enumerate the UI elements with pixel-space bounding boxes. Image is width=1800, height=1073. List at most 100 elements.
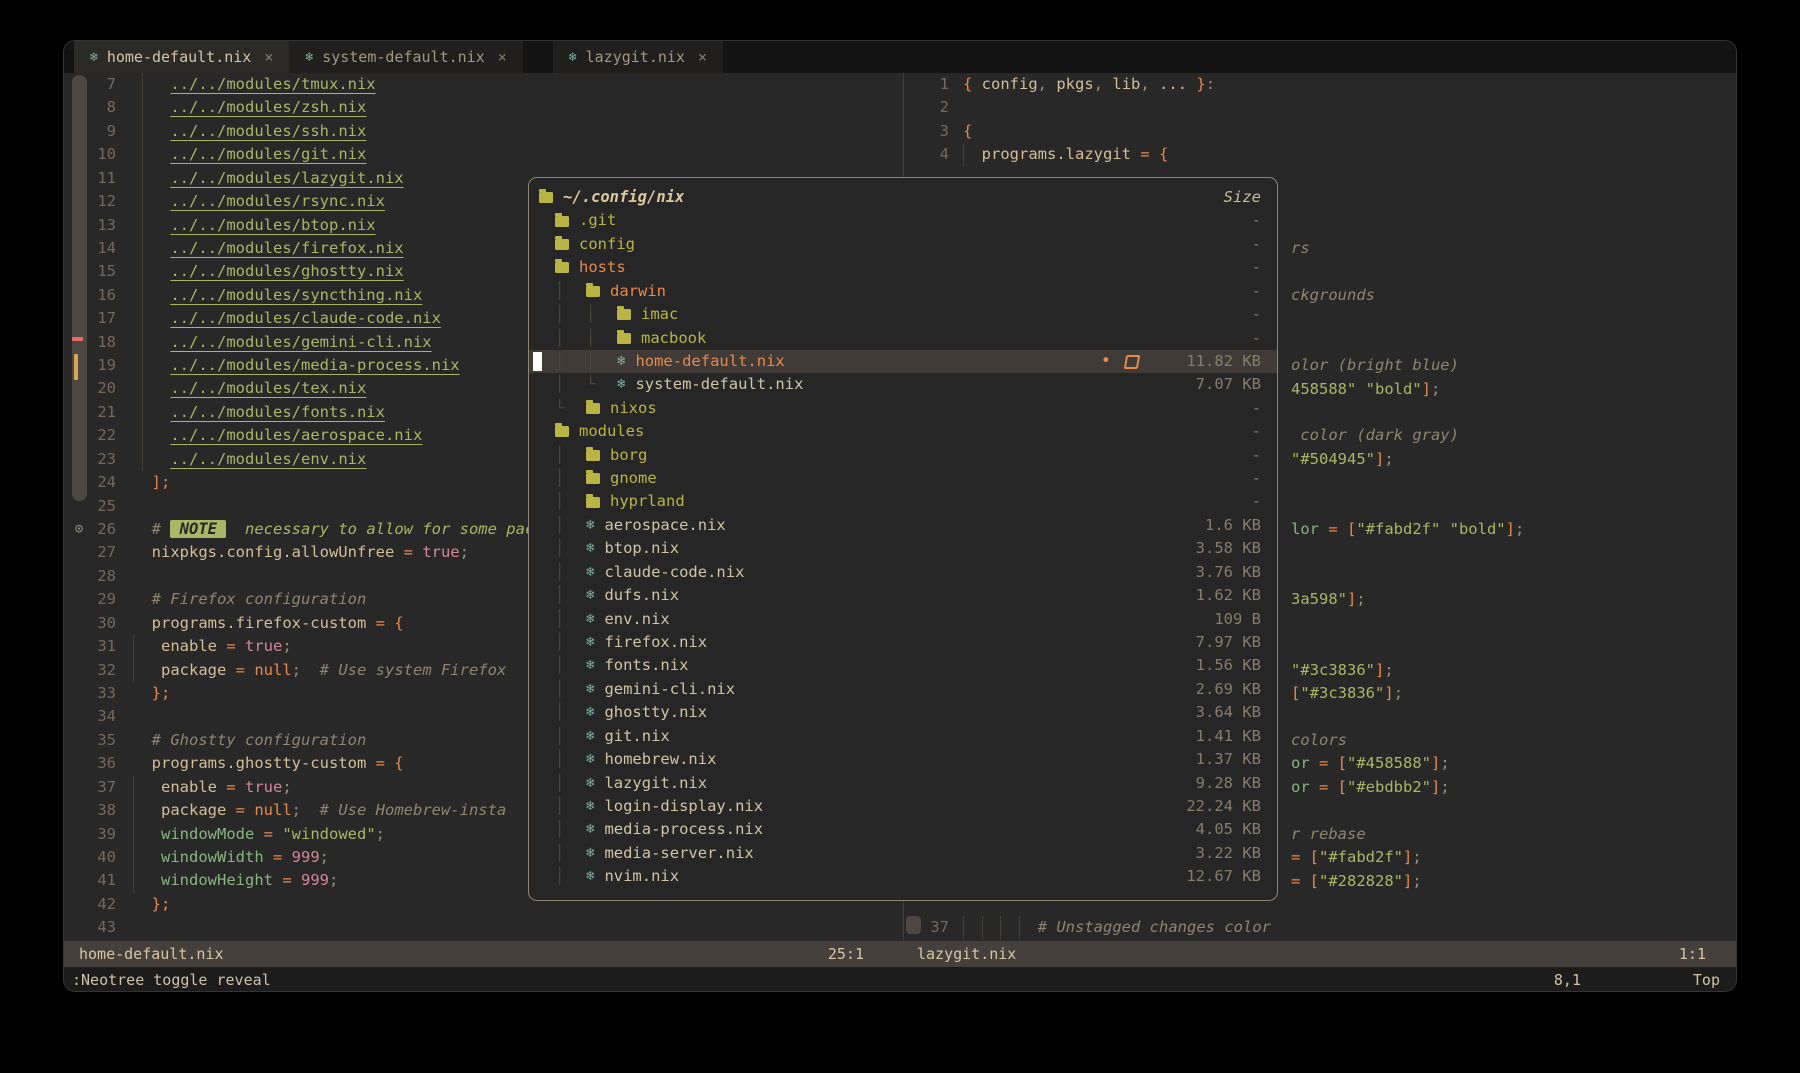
code-line[interactable]: 43 [64, 916, 903, 939]
code-text: programs.firefox-custom = { [116, 612, 404, 635]
file-size: 22.24 KB [1165, 795, 1261, 818]
tree-item-home-default.nix[interactable]: ││❄home-default.nix•11.82 KB [529, 350, 1277, 373]
file-size: - [1165, 280, 1261, 303]
tab-home-default.nix[interactable]: ❄home-default.nix× [74, 41, 289, 73]
statusline-right: lazygit.nix 1:1 [904, 941, 1736, 967]
code-line[interactable]: 10 ../../modules/git.nix [64, 143, 903, 166]
tree-item-btop.nix[interactable]: │❄btop.nix3.58 KB [529, 537, 1277, 560]
indent-guide [142, 307, 151, 330]
tree-item-name: firefox.nix [604, 631, 707, 654]
tab-system-default.nix[interactable]: ❄system-default.nix× [289, 41, 522, 73]
indent-guide [142, 354, 151, 377]
tab-label: system-default.nix [322, 48, 485, 66]
tree-item-borg[interactable]: │borg- [529, 444, 1277, 467]
tree-item-env.nix[interactable]: │❄env.nix109 B [529, 608, 1277, 631]
tree-item-fonts.nix[interactable]: │❄fonts.nix1.56 KB [529, 654, 1277, 677]
tree-item-imac[interactable]: ││imac- [529, 303, 1277, 326]
file-size: - [1165, 467, 1261, 490]
indent-guide [133, 776, 142, 799]
nix-file-icon: ❄ [586, 795, 594, 818]
tree-item-name: dufs.nix [604, 584, 679, 607]
code-text: ../../modules/ssh.nix [116, 120, 366, 143]
code-line[interactable]: 9 ../../modules/ssh.nix [64, 120, 903, 143]
file-size: - [1165, 327, 1261, 350]
nix-file-icon: ❄ [586, 561, 594, 584]
tree-item-lazygit.nix[interactable]: │❄lazygit.nix9.28 KB [529, 772, 1277, 795]
code-line[interactable]: 8 ../../modules/zsh.nix [64, 96, 903, 119]
cursor-block [533, 352, 542, 371]
code-text: ../../modules/firefox.nix [116, 237, 404, 260]
code-text: ../../modules/ghostty.nix [116, 260, 404, 283]
close-icon[interactable]: × [264, 48, 273, 66]
file-size: 7.07 KB [1165, 373, 1261, 396]
tree-indent-guide: │ [555, 490, 586, 513]
tree-item-hosts[interactable]: hosts- [529, 256, 1277, 279]
tree-item-login-display.nix[interactable]: │❄login-display.nix22.24 KB [529, 795, 1277, 818]
tree-item-media-process.nix[interactable]: │❄media-process.nix4.05 KB [529, 818, 1277, 841]
command-line[interactable]: :Neotree toggle reveal 8,1 Top [64, 967, 1736, 992]
tree-item-homebrew.nix[interactable]: │❄homebrew.nix1.37 KB [529, 748, 1277, 771]
file-size: - [1165, 397, 1261, 420]
indent-guide [142, 143, 151, 166]
left-scrollbar[interactable]: ⊙ [72, 73, 87, 941]
code-text [116, 916, 133, 939]
tree-item-.git[interactable]: .git- [529, 209, 1277, 232]
scrollbar-thumb[interactable] [72, 75, 87, 501]
file-size: 7.97 KB [1165, 631, 1261, 654]
tab-lazygit.nix[interactable]: ❄lazygit.nix× [553, 41, 723, 73]
indent-guide [142, 424, 151, 447]
code-line[interactable]: 37 # Unstagged changes color [904, 916, 1736, 939]
tree-item-name: aerospace.nix [604, 514, 725, 537]
tab-label: lazygit.nix [586, 48, 685, 66]
tree-item-nixos[interactable]: └nixos- [529, 397, 1277, 420]
tree-item-gnome[interactable]: │gnome- [529, 467, 1277, 490]
nix-file-icon: ❄ [586, 584, 594, 607]
indent-guide [142, 401, 151, 424]
tree-item-nvim.nix[interactable]: │❄nvim.nix12.67 KB [529, 865, 1277, 888]
tree-item-aerospace.nix[interactable]: │❄aerospace.nix1.6 KB [529, 514, 1277, 537]
code-line[interactable]: 1{ config, pkgs, lib, ... }: [904, 73, 1736, 96]
tree-indent-guide: │ [555, 561, 586, 584]
tree-item-ghostty.nix[interactable]: │❄ghostty.nix3.64 KB [529, 701, 1277, 724]
tree-item-config[interactable]: config- [529, 233, 1277, 256]
right-scrollbar-thumb[interactable] [906, 916, 921, 934]
neotree-root[interactable]: ~/.config/nixSize [529, 186, 1277, 209]
tree-indent-guide: │ [555, 303, 586, 326]
line-number: 2 [904, 96, 949, 119]
file-size: 3.22 KB [1165, 842, 1261, 865]
tree-item-macbook[interactable]: ││macbook- [529, 327, 1277, 350]
tree-item-hyprland[interactable]: │hyprland- [529, 490, 1277, 513]
code-fragment: "#504945"]; [1291, 448, 1394, 471]
code-line[interactable]: 3{ [904, 120, 1736, 143]
code-text: enable = true; [116, 776, 292, 799]
code-text: ../../modules/gemini-cli.nix [116, 331, 432, 354]
tree-item-git.nix[interactable]: │❄git.nix1.41 KB [529, 725, 1277, 748]
tree-item-firefox.nix[interactable]: │❄firefox.nix7.97 KB [529, 631, 1277, 654]
statusline-left: home-default.nix 25:1 [64, 941, 904, 967]
ruler-position: 8,1 [1554, 967, 1581, 992]
tree-item-system-default.nix[interactable]: │└❄system-default.nix7.07 KB [529, 373, 1277, 396]
code-text: # Firefox configuration [116, 588, 366, 611]
tree-item-dufs.nix[interactable]: │❄dufs.nix1.62 KB [529, 584, 1277, 607]
tree-item-darwin[interactable]: │darwin- [529, 280, 1277, 303]
tree-item-claude-code.nix[interactable]: │❄claude-code.nix3.76 KB [529, 561, 1277, 584]
tree-item-name: macbook [641, 327, 706, 350]
neotree-popup[interactable]: ~/.config/nixSize.git-config-hosts-│darw… [528, 177, 1278, 901]
code-line[interactable]: 2 [904, 96, 1736, 119]
code-line[interactable]: 7 ../../modules/tmux.nix [64, 73, 903, 96]
tree-item-name: hosts [579, 256, 626, 279]
tree-indent-guide: │ [555, 795, 586, 818]
tree-item-gemini-cli.nix[interactable]: │❄gemini-cli.nix2.69 KB [529, 678, 1277, 701]
indent-guide [142, 96, 151, 119]
indent-guide [133, 846, 142, 869]
code-fragment: 3a598"]; [1291, 588, 1366, 611]
tree-item-name: btop.nix [604, 537, 679, 560]
tree-item-name: media-server.nix [604, 842, 753, 865]
code-line[interactable]: 4 programs.lazygit = { [904, 143, 1736, 166]
close-icon[interactable]: × [498, 48, 507, 66]
tree-item-media-server.nix[interactable]: │❄media-server.nix3.22 KB [529, 842, 1277, 865]
nix-file-icon: ❄ [586, 608, 594, 631]
tree-item-modules[interactable]: modules- [529, 420, 1277, 443]
statusline-filename: home-default.nix [79, 941, 224, 967]
close-icon[interactable]: × [698, 48, 707, 66]
